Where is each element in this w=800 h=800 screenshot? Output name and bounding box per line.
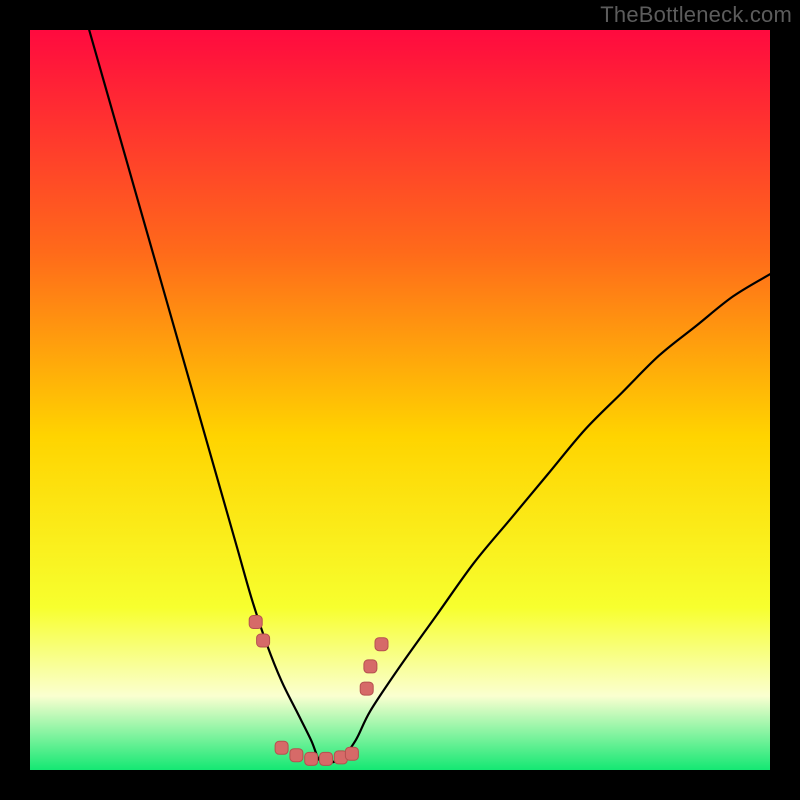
curve-marker	[305, 752, 318, 765]
curve-marker	[275, 741, 288, 754]
bottleneck-chart	[0, 0, 800, 800]
curve-marker	[249, 616, 262, 629]
watermark-text: TheBottleneck.com	[600, 2, 792, 28]
curve-marker	[345, 747, 358, 760]
curve-marker	[320, 752, 333, 765]
chart-gradient-bg	[30, 30, 770, 770]
curve-marker	[257, 634, 270, 647]
curve-marker	[290, 749, 303, 762]
curve-marker	[364, 660, 377, 673]
curve-marker	[360, 682, 373, 695]
curve-marker	[375, 638, 388, 651]
chart-container: TheBottleneck.com	[0, 0, 800, 800]
